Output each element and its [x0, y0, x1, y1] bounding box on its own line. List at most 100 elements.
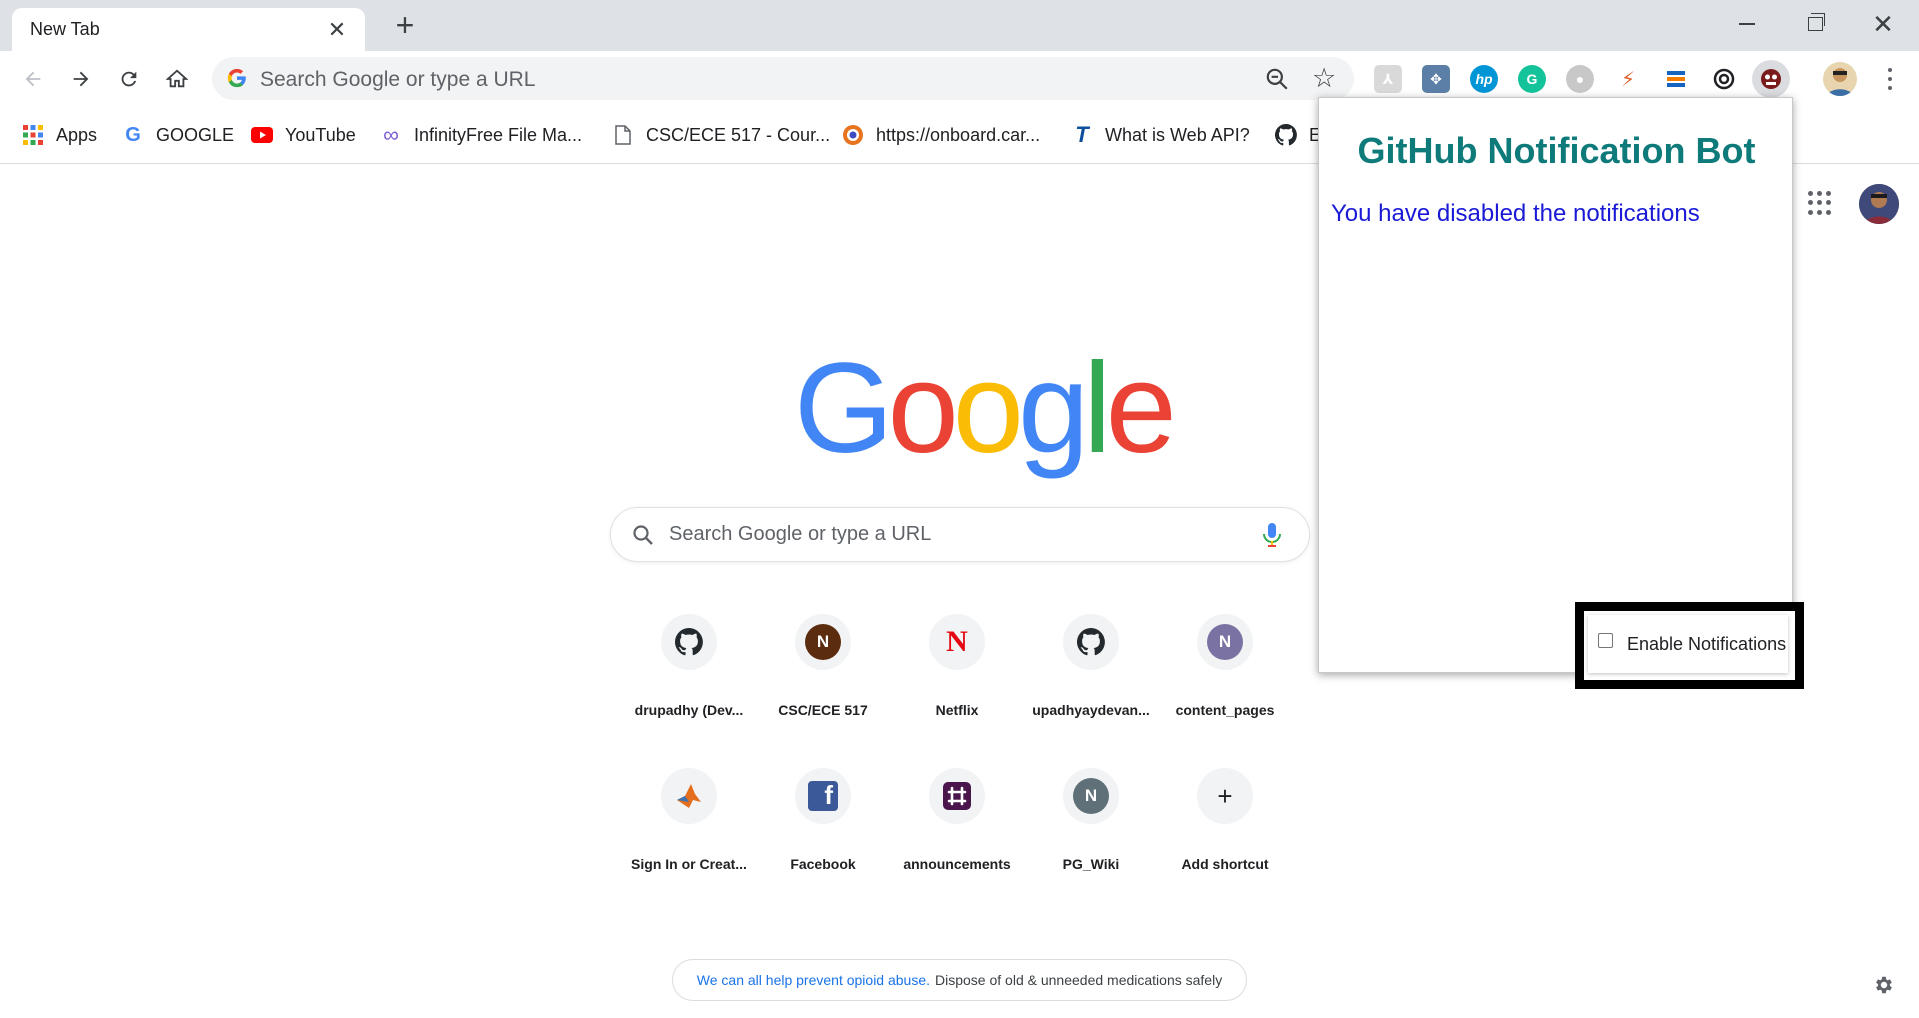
puzzle-extension-icon[interactable]: ✥ [1422, 65, 1450, 93]
github-icon [1077, 628, 1105, 656]
bookmark-label: CSC/ECE 517 - Cour... [646, 124, 831, 145]
tile-icon-wrap: N [795, 614, 851, 670]
tile-icon-wrap: N [1063, 768, 1119, 824]
google-g-icon [227, 68, 246, 88]
reload-icon [121, 71, 137, 87]
link-extension-icon[interactable] [1710, 65, 1738, 93]
account-avatar[interactable] [1859, 184, 1899, 224]
tile-icon-wrap [661, 614, 717, 670]
bookmark-label: Apps [56, 124, 98, 145]
chrome-menu-icon[interactable] [1880, 66, 1900, 92]
tile-content-pages[interactable]: N content_pages [1158, 614, 1292, 738]
bookmark-csc-ece-517[interactable]: CSC/ECE 517 - Cour... [612, 120, 830, 150]
minimize-icon [1739, 23, 1755, 25]
bookmark-label: YouTube [285, 124, 356, 145]
grammarly-extension-icon[interactable]: G [1518, 65, 1546, 93]
microphone-icon[interactable] [1261, 521, 1283, 549]
apps-grid-icon [22, 124, 44, 146]
bookmark-label: GOOGLE [156, 124, 235, 145]
google-apps-icon[interactable] [1808, 191, 1832, 215]
tile-label: announcements [903, 856, 1011, 872]
facebook-icon: f [808, 780, 838, 811]
tile-pg-wiki[interactable]: N PG_Wiki [1024, 768, 1158, 892]
logo-letter: e [1105, 337, 1177, 480]
bookmark-github[interactable]: E [1275, 120, 1321, 150]
tile-csc-ece-517[interactable]: N CSC/ECE 517 [756, 614, 890, 738]
bookmark-onboard[interactable]: https://onboard.car... [842, 120, 1040, 150]
bookmark-star-icon[interactable]: ☆ [1312, 64, 1336, 92]
tab-close-icon[interactable]: ✕ [325, 17, 349, 42]
letter-n-icon: N [1207, 624, 1243, 660]
tile-drupadhy[interactable]: drupadhy (Dev... [622, 614, 756, 738]
bookmark-google[interactable]: G GOOGLE [122, 120, 234, 150]
tile-label: content_pages [1175, 702, 1275, 718]
shoe-extension-icon[interactable]: ⚡ [1614, 65, 1642, 93]
extension-popup: GitHub Notification Bot You have disable… [1318, 97, 1793, 673]
ntp-search-box[interactable]: Search Google or type a URL [610, 507, 1310, 562]
tile-icon-wrap [661, 768, 717, 824]
logo-letter: l [1083, 337, 1112, 480]
tile-label: Add shortcut [1181, 856, 1269, 872]
tile-announcements[interactable]: announcements [890, 768, 1024, 892]
page-icon [612, 124, 634, 146]
tile-icon-wrap: N [929, 614, 985, 670]
popup-title: GitHub Notification Bot [1357, 130, 1756, 171]
reload-button[interactable] [112, 62, 146, 96]
github-bot-extension-icon[interactable] [1752, 60, 1790, 98]
home-button[interactable] [160, 62, 194, 96]
tile-label: upadhyaydevan... [1032, 702, 1150, 718]
restore-icon [1807, 13, 1825, 31]
minimize-button[interactable] [1722, 6, 1772, 42]
bookmark-label: https://onboard.car... [876, 124, 1041, 145]
promo-link[interactable]: We can all help prevent opioid abuse. [697, 972, 930, 988]
tile-upadhyaydevan[interactable]: upadhyaydevan... [1024, 614, 1158, 738]
logo-letter: o [952, 337, 1024, 480]
restore-button[interactable] [1790, 6, 1840, 42]
pdf-extension-icon[interactable]: ⅄ [1374, 65, 1402, 93]
back-button[interactable] [16, 62, 50, 96]
bookmark-web-api[interactable]: T What is Web API? [1071, 120, 1250, 150]
tile-icon-wrap [929, 768, 985, 824]
omnibox[interactable]: Search Google or type a URL ☆ [212, 57, 1354, 100]
tile-netflix[interactable]: N Netflix [890, 614, 1024, 738]
tile-add-shortcut[interactable]: + Add shortcut [1158, 768, 1292, 892]
back-arrow-icon [25, 71, 41, 87]
bookmark-infinityfree[interactable]: ∞ InfinityFree File Ma... [380, 120, 582, 150]
window-close-button[interactable]: ✕ [1858, 6, 1908, 42]
zoom-out-icon[interactable] [1264, 66, 1290, 92]
tile-label: drupadhy (Dev... [634, 702, 744, 718]
promo-text: Dispose of old & unneeded medications sa… [935, 972, 1223, 988]
hp-extension-icon[interactable]: hp [1470, 65, 1498, 93]
forward-arrow-icon [73, 71, 89, 87]
bookmark-youtube[interactable]: YouTube [251, 120, 356, 150]
home-icon [166, 69, 188, 88]
slack-icon [943, 782, 971, 810]
search-icon [633, 525, 653, 545]
new-tab-button[interactable]: + [390, 9, 420, 41]
tab-new-tab[interactable]: New Tab ✕ [12, 8, 365, 51]
tab-title: New Tab [30, 19, 100, 39]
enable-notifications-highlight: Enable Notifications [1575, 602, 1804, 689]
customize-gear-icon[interactable] [1873, 974, 1895, 996]
logo-letter: o [887, 337, 959, 480]
bookmark-apps[interactable]: Apps [22, 120, 97, 150]
enable-notifications-label[interactable]: Enable Notifications [1627, 634, 1786, 655]
tile-facebook[interactable]: f Facebook [756, 768, 890, 892]
tutorials-teacher-icon: T [1075, 122, 1089, 147]
stack-extension-icon[interactable] [1662, 65, 1690, 93]
popup-status-message: You have disabled the notifications [1331, 200, 1700, 227]
tile-sign-in[interactable]: Sign In or Creat... [622, 768, 756, 892]
letter-n-icon: N [805, 624, 841, 660]
bookmark-label: What is Web API? [1105, 124, 1250, 145]
plus-icon: + [1217, 780, 1233, 811]
enable-notifications-control[interactable]: Enable Notifications [1588, 615, 1788, 673]
circle-extension-icon[interactable]: ● [1566, 65, 1594, 93]
forward-button[interactable] [64, 62, 98, 96]
profile-avatar[interactable] [1823, 62, 1857, 96]
google-logo: Google [794, 337, 1177, 480]
enable-notifications-checkbox[interactable] [1598, 632, 1613, 648]
tile-icon-wrap: + [1197, 768, 1253, 824]
tile-icon-wrap: f [795, 768, 851, 824]
title-bar: New Tab ✕ + ✕ [0, 0, 1919, 51]
matlab-icon [677, 784, 701, 808]
